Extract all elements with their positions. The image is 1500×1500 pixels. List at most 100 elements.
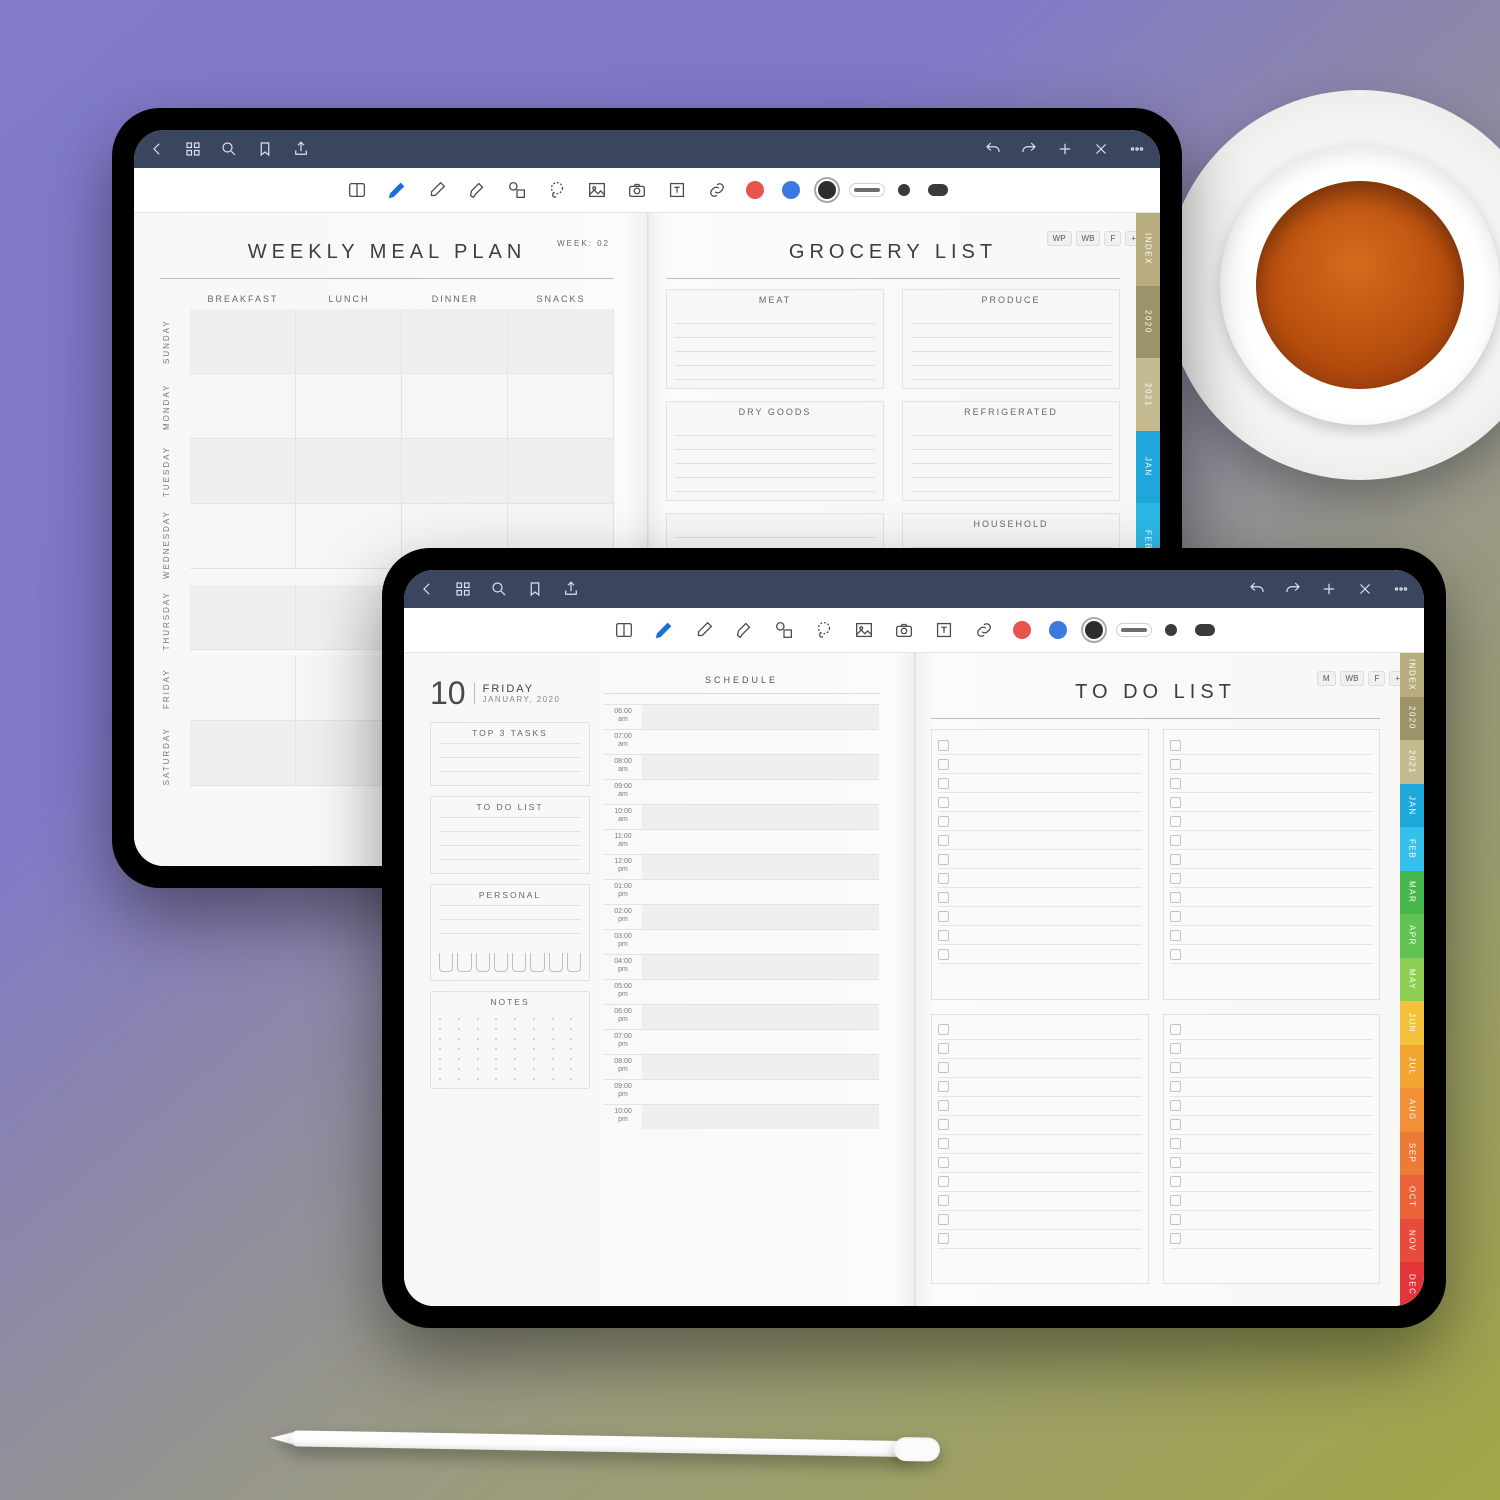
todo-quadrant[interactable] (1163, 729, 1381, 1000)
todo-line[interactable] (1170, 1059, 1374, 1078)
mini-tab[interactable]: M (1317, 671, 1336, 686)
todo-line[interactable] (1170, 774, 1374, 793)
pen-icon[interactable] (386, 179, 408, 201)
todo-line[interactable] (938, 1173, 1142, 1192)
todo-line[interactable] (938, 1211, 1142, 1230)
meal-cell[interactable] (296, 439, 402, 504)
meal-cell[interactable] (402, 309, 508, 374)
meal-cell[interactable] (190, 439, 296, 504)
todo-line[interactable] (1170, 1230, 1374, 1249)
meal-cell[interactable] (190, 721, 296, 786)
image-icon[interactable] (853, 619, 875, 641)
todo-line[interactable] (938, 907, 1142, 926)
todo-line[interactable] (1170, 755, 1374, 774)
side-tab[interactable]: 2020 (1136, 286, 1160, 359)
meal-cell[interactable] (190, 585, 296, 650)
camera-icon[interactable] (893, 619, 915, 641)
todo-line[interactable] (1170, 1021, 1374, 1040)
schedule-row[interactable]: 11:00am (604, 829, 879, 854)
read-icon[interactable] (613, 619, 635, 641)
image-icon[interactable] (586, 179, 608, 201)
side-tab[interactable]: JUL (1400, 1045, 1424, 1089)
side-tabs[interactable]: INDEX20202021JANFEBMARAPRMAYJUNJULAUGSEP… (1400, 653, 1424, 1306)
undo-icon[interactable] (1248, 580, 1266, 598)
lasso-icon[interactable] (546, 179, 568, 201)
text-icon[interactable] (666, 179, 688, 201)
meal-cell[interactable] (508, 439, 614, 504)
stroke-med[interactable] (1165, 624, 1177, 636)
todo-line[interactable] (938, 926, 1142, 945)
todo-line[interactable] (938, 831, 1142, 850)
grid-icon[interactable] (184, 140, 202, 158)
side-tab[interactable]: JAN (1400, 784, 1424, 828)
schedule-row[interactable]: 09:00pm (604, 1079, 879, 1104)
side-tab[interactable]: JAN (1136, 431, 1160, 504)
stroke-thin[interactable] (854, 188, 880, 192)
color-blue[interactable] (782, 181, 800, 199)
schedule-row[interactable]: 06:00am (604, 704, 879, 729)
color-red[interactable] (1013, 621, 1031, 639)
schedule-row[interactable]: 07:00am (604, 729, 879, 754)
schedule-row[interactable]: 02:00pm (604, 904, 879, 929)
search-icon[interactable] (220, 140, 238, 158)
grocery-box[interactable]: MEAT (666, 289, 884, 389)
stroke-thick[interactable] (1195, 624, 1215, 636)
highlighter-icon[interactable] (733, 619, 755, 641)
water-cups[interactable] (431, 947, 589, 980)
side-tab[interactable]: JUN (1400, 1001, 1424, 1045)
todo-line[interactable] (1170, 926, 1374, 945)
bookmark-icon[interactable] (526, 580, 544, 598)
todo-line[interactable] (1170, 869, 1374, 888)
todo-line[interactable] (938, 1040, 1142, 1059)
eraser-icon[interactable] (693, 619, 715, 641)
color-blue[interactable] (1049, 621, 1067, 639)
redo-icon[interactable] (1020, 140, 1038, 158)
grid-icon[interactable] (454, 580, 472, 598)
todo-line[interactable] (938, 1021, 1142, 1040)
todo-quadrants[interactable] (931, 729, 1380, 1284)
todo-line[interactable] (938, 1192, 1142, 1211)
todo-line[interactable] (1170, 1154, 1374, 1173)
meal-cell[interactable] (508, 309, 614, 374)
link-icon[interactable] (973, 619, 995, 641)
add-icon[interactable] (1320, 580, 1338, 598)
todo-line[interactable] (1170, 812, 1374, 831)
todo-line[interactable] (1170, 888, 1374, 907)
redo-icon[interactable] (1284, 580, 1302, 598)
todo-line[interactable] (938, 1230, 1142, 1249)
side-tab[interactable]: AUG (1400, 1088, 1424, 1132)
side-tab[interactable]: SEP (1400, 1132, 1424, 1176)
notes-box[interactable]: NOTES (430, 991, 590, 1089)
schedule-row[interactable]: 12:00pm (604, 854, 879, 879)
todo-line[interactable] (938, 793, 1142, 812)
close-icon[interactable] (1092, 140, 1110, 158)
todo-line[interactable] (938, 850, 1142, 869)
todo-line[interactable] (938, 812, 1142, 831)
stroke-thin[interactable] (1121, 628, 1147, 632)
todo-line[interactable] (938, 1097, 1142, 1116)
meal-cell[interactable] (296, 374, 402, 439)
color-black[interactable] (818, 181, 836, 199)
side-tab[interactable]: 2021 (1400, 740, 1424, 784)
todo-line[interactable] (1170, 1097, 1374, 1116)
more-icon[interactable] (1392, 580, 1410, 598)
link-icon[interactable] (706, 179, 728, 201)
mini-tab[interactable]: WP (1047, 231, 1072, 246)
side-tab[interactable]: 2021 (1136, 358, 1160, 431)
schedule-row[interactable]: 03:00pm (604, 929, 879, 954)
schedule-row[interactable]: 09:00am (604, 779, 879, 804)
grocery-box[interactable]: PRODUCE (902, 289, 1120, 389)
more-icon[interactable] (1128, 140, 1146, 158)
camera-icon[interactable] (626, 179, 648, 201)
read-icon[interactable] (346, 179, 368, 201)
side-tab[interactable]: MAY (1400, 958, 1424, 1002)
todo-line[interactable] (1170, 1116, 1374, 1135)
close-icon[interactable] (1356, 580, 1374, 598)
top3-box[interactable]: TOP 3 TASKS (430, 722, 590, 786)
todo-line[interactable] (1170, 850, 1374, 869)
side-tab[interactable]: INDEX (1400, 653, 1424, 697)
todo-line[interactable] (938, 945, 1142, 964)
todo-line[interactable] (1170, 831, 1374, 850)
todo-line[interactable] (1170, 1078, 1374, 1097)
side-tab[interactable]: 2020 (1400, 697, 1424, 741)
